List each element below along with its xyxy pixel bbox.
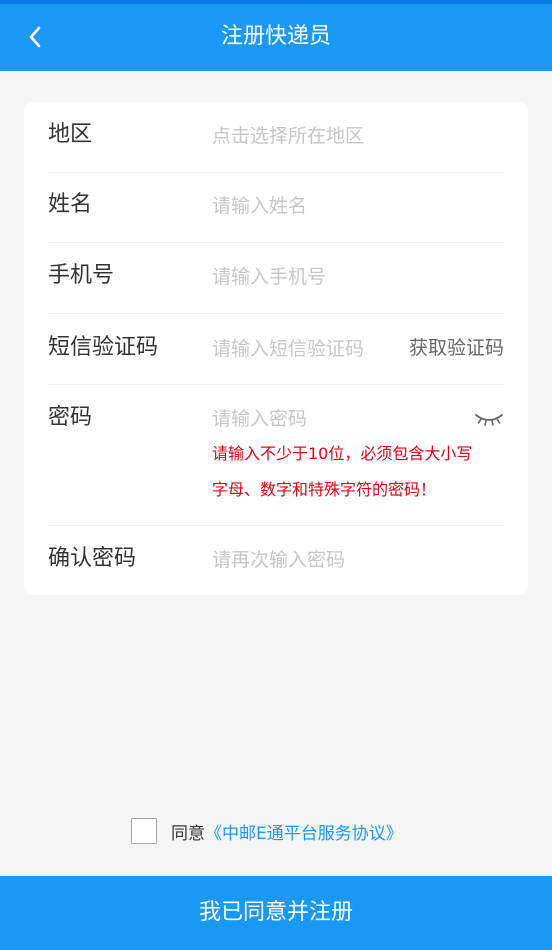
page-title: 注册快递员 (220, 24, 331, 49)
get-code-button[interactable]: 获取验证码 (409, 333, 504, 363)
region-selector[interactable] (212, 121, 502, 151)
phone-input[interactable] (212, 262, 502, 292)
agreement-prefix: 同意 (171, 823, 205, 844)
eye-closed-icon (475, 414, 503, 426)
sms-code-row: 短信验证码 获取验证码 (48, 313, 504, 385)
confirm-password-input[interactable] (212, 545, 502, 575)
register-courier-page: 注册快递员 地区 姓名 手机号 短信验证码 获取验证码 密码 (0, 0, 552, 950)
sms-code-label: 短信验证码 (48, 335, 159, 360)
app-header: 注册快递员 (0, 0, 552, 71)
phone-label: 手机号 (48, 263, 115, 288)
agreement-link[interactable]: 《中邮E通平台服务协议》 (205, 819, 403, 844)
registration-form: 地区 姓名 手机号 短信验证码 获取验证码 密码 (24, 102, 528, 595)
region-label: 地区 (48, 122, 93, 147)
password-label: 密码 (48, 405, 93, 430)
confirm-password-label: 确认密码 (48, 546, 137, 571)
password-row: 密码 请输入不少于10位，必须包含大小写 字母、数字和特殊字符的密码！ (48, 384, 504, 526)
name-input[interactable] (212, 191, 502, 221)
name-row: 姓名 (48, 172, 504, 243)
name-label: 姓名 (48, 192, 93, 217)
status-bar-strip (0, 0, 552, 4)
sms-code-input[interactable] (212, 334, 392, 364)
agree-and-register-button[interactable]: 我已同意并注册 (0, 876, 552, 950)
password-rule-hint-line1: 请输入不少于10位，必须包含大小写 (212, 444, 473, 463)
password-rule-hint-line2: 字母、数字和特殊字符的密码！ (212, 480, 437, 499)
password-visibility-toggle[interactable] (474, 409, 504, 429)
region-row[interactable]: 地区 (48, 102, 504, 173)
confirm-password-row: 确认密码 (48, 525, 504, 595)
agreement-checkbox[interactable] (131, 818, 157, 844)
phone-row: 手机号 (48, 242, 504, 314)
agreement: 同意 《中邮E通平台服务协议》 (131, 817, 403, 845)
password-input[interactable] (212, 404, 452, 434)
